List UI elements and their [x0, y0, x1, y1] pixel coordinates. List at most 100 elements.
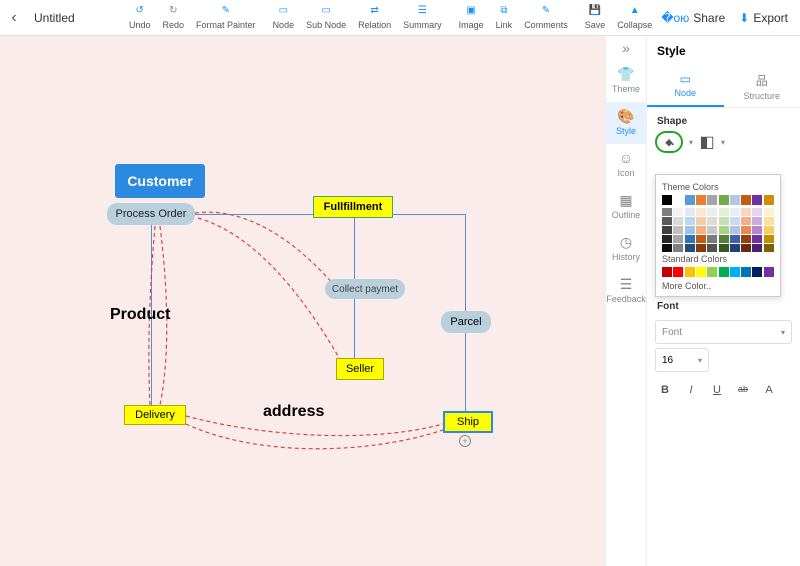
italic-button[interactable]: I — [683, 384, 699, 396]
node-collect-payment[interactable]: Collect paymet — [325, 279, 405, 299]
color-swatch[interactable] — [730, 235, 740, 243]
collapse-button[interactable]: ▲Collapse — [611, 0, 658, 36]
subtab-node[interactable]: ▭Node — [647, 66, 724, 107]
color-swatch[interactable] — [764, 195, 774, 205]
color-swatch[interactable] — [696, 244, 706, 252]
color-swatch[interactable] — [752, 195, 762, 205]
color-swatch[interactable] — [752, 235, 762, 243]
relation-button[interactable]: ⇄Relation — [352, 0, 397, 36]
color-swatch[interactable] — [707, 226, 717, 234]
color-swatch[interactable] — [673, 244, 683, 252]
color-swatch[interactable] — [685, 235, 695, 243]
summary-button[interactable]: ☰Summary — [397, 0, 448, 36]
node-delivery[interactable]: Delivery — [124, 405, 186, 425]
color-swatch[interactable] — [741, 235, 751, 243]
color-swatch[interactable] — [696, 226, 706, 234]
color-swatch[interactable] — [730, 226, 740, 234]
node-parcel[interactable]: Parcel — [441, 311, 491, 333]
color-swatch[interactable] — [673, 217, 683, 225]
link-button[interactable]: ⧉Link — [490, 0, 519, 36]
font-size-select[interactable]: 16▾ — [655, 348, 709, 372]
color-swatch[interactable] — [662, 235, 672, 243]
color-swatch[interactable] — [662, 217, 672, 225]
color-swatch[interactable] — [741, 208, 751, 216]
color-swatch[interactable] — [696, 208, 706, 216]
color-swatch[interactable] — [685, 267, 695, 277]
color-swatch[interactable] — [752, 208, 762, 216]
color-swatch[interactable] — [707, 267, 717, 277]
color-swatch[interactable] — [685, 244, 695, 252]
label-address[interactable]: address — [263, 403, 324, 421]
tab-feedback[interactable]: ☰Feedback — [606, 270, 646, 312]
color-swatch[interactable] — [685, 226, 695, 234]
color-swatch[interactable] — [719, 267, 729, 277]
color-swatch[interactable] — [685, 195, 695, 205]
back-button[interactable]: ‹ — [0, 0, 28, 36]
color-swatch[interactable] — [662, 267, 672, 277]
color-swatch[interactable] — [741, 244, 751, 252]
color-swatch[interactable] — [764, 208, 774, 216]
tab-icon[interactable]: ☺Icon — [606, 144, 646, 186]
redo-button[interactable]: ↻Redo — [157, 0, 191, 36]
comments-button[interactable]: ✎Comments — [518, 0, 574, 36]
color-swatch[interactable] — [730, 217, 740, 225]
color-swatch[interactable] — [707, 208, 717, 216]
color-swatch[interactable] — [696, 217, 706, 225]
image-button[interactable]: ▣Image — [453, 0, 490, 36]
color-swatch[interactable] — [752, 226, 762, 234]
color-swatch[interactable] — [707, 244, 717, 252]
label-product[interactable]: Product — [110, 306, 170, 324]
color-swatch[interactable] — [707, 195, 717, 205]
node-fulfillment[interactable]: Fullfillment — [313, 196, 393, 218]
color-swatch[interactable] — [662, 208, 672, 216]
node-process-order[interactable]: Process Order — [107, 203, 195, 225]
color-swatch[interactable] — [673, 235, 683, 243]
color-swatch[interactable] — [662, 244, 672, 252]
format-painter-button[interactable]: ✎Format Painter — [190, 0, 262, 36]
color-swatch[interactable] — [764, 217, 774, 225]
color-swatch[interactable] — [719, 235, 729, 243]
color-swatch[interactable] — [719, 217, 729, 225]
border-color-button[interactable]: ◧ — [699, 134, 715, 150]
strike-button[interactable]: ab — [735, 384, 751, 396]
color-swatch[interactable] — [685, 217, 695, 225]
color-swatch[interactable] — [741, 195, 751, 205]
color-swatch[interactable] — [764, 244, 774, 252]
subtab-structure[interactable]: 品Structure — [724, 66, 800, 107]
color-swatch[interactable] — [741, 226, 751, 234]
color-swatch[interactable] — [752, 217, 762, 225]
color-swatch[interactable] — [730, 244, 740, 252]
tab-outline[interactable]: ▦Outline — [606, 186, 646, 228]
color-swatch[interactable] — [752, 244, 762, 252]
color-swatch[interactable] — [707, 235, 717, 243]
export-button[interactable]: ⬇Export — [739, 11, 788, 25]
color-swatch[interactable] — [696, 235, 706, 243]
add-child-button[interactable]: + — [459, 435, 471, 447]
more-color-button[interactable]: More Color.. — [662, 281, 774, 291]
tab-theme[interactable]: 👕Theme — [606, 60, 646, 102]
color-swatch[interactable] — [696, 195, 706, 205]
doc-title[interactable]: Untitled — [28, 11, 118, 25]
canvas[interactable]: Customer Process Order Fullfillment Coll… — [0, 36, 605, 566]
color-swatch[interactable] — [764, 235, 774, 243]
tab-history[interactable]: ◷History — [606, 228, 646, 270]
node-button[interactable]: ▭Node — [267, 0, 301, 36]
node-ship[interactable]: Ship — [443, 411, 493, 433]
font-family-select[interactable]: Font▾ — [655, 320, 792, 344]
color-swatch[interactable] — [764, 226, 774, 234]
color-swatch[interactable] — [719, 208, 729, 216]
color-swatch[interactable] — [741, 217, 751, 225]
color-swatch[interactable] — [673, 267, 683, 277]
color-swatch[interactable] — [685, 208, 695, 216]
node-customer[interactable]: Customer — [115, 164, 205, 198]
sub-node-button[interactable]: ▭Sub Node — [300, 0, 352, 36]
color-swatch[interactable] — [752, 267, 762, 277]
color-swatch[interactable] — [741, 267, 751, 277]
color-swatch[interactable] — [673, 226, 683, 234]
save-button[interactable]: 💾Save — [579, 0, 612, 36]
color-swatch[interactable] — [719, 244, 729, 252]
bold-button[interactable]: B — [657, 384, 673, 396]
color-swatch[interactable] — [764, 267, 774, 277]
color-swatch[interactable] — [719, 226, 729, 234]
color-swatch[interactable] — [696, 267, 706, 277]
